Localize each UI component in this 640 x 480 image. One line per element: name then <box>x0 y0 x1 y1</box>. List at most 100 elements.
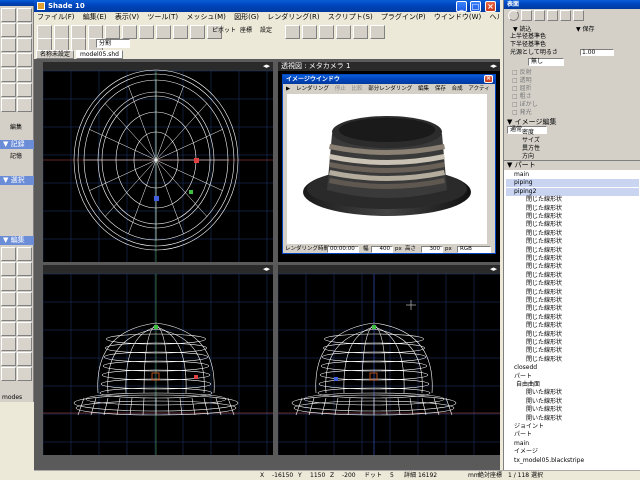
texture-icon[interactable] <box>370 25 385 39</box>
maximize-button[interactable]: □ <box>470 1 481 12</box>
partial-render-tab[interactable]: 部分レンダリング <box>366 86 414 92</box>
menu-view[interactable]: 表示(V) <box>112 12 142 23</box>
material-icon-6[interactable] <box>573 10 584 21</box>
copy-icon[interactable] <box>139 25 154 39</box>
light-brightness-row[interactable]: 光源として明るさ 1.00 <box>504 48 640 57</box>
browser-tree-item[interactable]: 閉じた線形状 <box>506 356 639 364</box>
tool-button[interactable] <box>1 98 16 112</box>
browser-tree-item[interactable]: 閉じた線形状 <box>506 289 639 297</box>
compare-tab[interactable]: 比較 <box>350 86 365 92</box>
browser-tree-item[interactable]: 閉じた線形状 <box>506 347 639 355</box>
tool-button[interactable] <box>1 38 16 52</box>
x-handle[interactable] <box>194 158 199 163</box>
paste-icon[interactable] <box>156 25 171 39</box>
browser-tree-item[interactable]: 閉じた線形状 <box>506 247 639 255</box>
menu-tools[interactable]: ツール(T) <box>144 12 181 23</box>
browser-tree-item[interactable]: イメージ <box>506 448 639 456</box>
snap-icon[interactable] <box>302 25 317 39</box>
browser-tree-item[interactable]: 閉じた線形状 <box>506 272 639 280</box>
browser-tree-item[interactable]: 閉じた線形状 <box>506 305 639 313</box>
tool-button[interactable] <box>17 277 32 291</box>
browser-tree-item[interactable]: 閉じた線形状 <box>506 263 639 271</box>
split-dropdown[interactable]: 分割 <box>96 39 130 48</box>
wire-icon[interactable] <box>336 25 351 39</box>
browser-tree-item[interactable]: 開いた線形状 <box>506 406 639 414</box>
tool-button[interactable] <box>17 337 32 351</box>
tool-button[interactable] <box>1 68 16 82</box>
browser-tree-item[interactable]: 閉じた線形状 <box>506 238 639 246</box>
tool-button[interactable] <box>1 322 16 336</box>
tool-button[interactable] <box>1 83 16 97</box>
tool-button[interactable] <box>1 367 16 381</box>
menu-shape[interactable]: 図形(G) <box>231 12 262 23</box>
tool-button[interactable] <box>17 367 32 381</box>
browser-tree-item[interactable]: 閉じた線形状 <box>506 221 639 229</box>
edit-header[interactable]: ▼ 編集 <box>0 236 34 245</box>
browser-tree-item[interactable]: 閉じた線形状 <box>506 196 639 204</box>
composite-tab[interactable]: 合成 <box>450 86 465 92</box>
material-icon-4[interactable] <box>547 10 558 21</box>
doc-tab[interactable]: 名称未設定 <box>36 50 75 59</box>
top-viewport[interactable]: ◂▸ <box>43 62 273 262</box>
render-icon[interactable] <box>173 25 188 39</box>
tool-button[interactable] <box>1 53 16 67</box>
tool-button[interactable] <box>1 292 16 306</box>
browser-header[interactable]: ▼ パート <box>504 161 640 170</box>
stop-tab[interactable]: 停止 <box>333 86 348 92</box>
menu-help[interactable]: ヘルプ(H) <box>486 12 500 23</box>
browser-tree-item[interactable]: 閉じた線形状 <box>506 322 639 330</box>
tool-button[interactable] <box>1 352 16 366</box>
browser-tree-item[interactable]: 閉じた線形状 <box>506 255 639 263</box>
menu-mesh[interactable]: メッシュ(M) <box>183 12 229 23</box>
browser-tree-item[interactable]: 閉じた線形状 <box>506 213 639 221</box>
tool-button[interactable] <box>1 337 16 351</box>
record-label[interactable]: 記憶 <box>10 151 22 160</box>
color-mode-select[interactable]: RGB <box>457 246 491 253</box>
browser-tree-item[interactable]: main <box>506 440 639 448</box>
undo-icon[interactable] <box>88 25 103 39</box>
menu-edit[interactable]: 編集(E) <box>80 12 110 23</box>
y-handle[interactable] <box>372 325 376 329</box>
tool-button[interactable] <box>1 23 16 37</box>
cut-icon[interactable] <box>122 25 137 39</box>
tool-button[interactable] <box>1 262 16 276</box>
close-button[interactable]: × <box>485 1 496 12</box>
x-handle[interactable] <box>194 375 198 379</box>
file-tab[interactable]: model05.shd <box>76 50 123 59</box>
menu-window[interactable]: ウインドウ(W) <box>431 12 484 23</box>
material-dropdown[interactable]: 無し <box>528 58 564 66</box>
tool-button[interactable] <box>17 53 32 67</box>
brightness-field[interactable]: 1.00 <box>580 49 614 56</box>
play-icon[interactable]: ▶ <box>284 86 292 92</box>
tool-button[interactable] <box>1 247 16 261</box>
camera-icon[interactable] <box>190 25 205 39</box>
menu-script[interactable]: スクリプト(S) <box>325 12 376 23</box>
browser-tree-item[interactable]: パート <box>506 431 639 439</box>
image-window-close-button[interactable]: × <box>484 75 493 83</box>
tool-button[interactable] <box>17 83 32 97</box>
browser-tree-item[interactable]: piping2 <box>506 187 639 196</box>
browser-tree-item[interactable]: パート <box>506 373 639 381</box>
save-tab[interactable]: 保存 <box>433 86 448 92</box>
grid-icon[interactable] <box>285 25 300 39</box>
browser-tree-item[interactable]: 閉じた線形状 <box>506 280 639 288</box>
height-field[interactable]: 300 <box>421 246 443 253</box>
tool-button[interactable] <box>17 98 32 112</box>
material-icon-2[interactable] <box>521 10 532 21</box>
browser-tree-item[interactable]: ジョイント <box>506 423 639 431</box>
tool-button[interactable] <box>17 307 32 321</box>
menu-render[interactable]: レンダリング(R) <box>264 12 322 23</box>
open-icon[interactable] <box>54 25 69 39</box>
browser-tree-item[interactable]: 自由曲面 <box>506 381 639 389</box>
material-icon-5[interactable] <box>560 10 571 21</box>
tool-button[interactable] <box>17 262 32 276</box>
side-viewport[interactable]: ◂▸ <box>278 265 500 455</box>
new-icon[interactable] <box>37 25 52 39</box>
browser-tree-item[interactable]: 閉じた線形状 <box>506 205 639 213</box>
tool-button[interactable] <box>1 307 16 321</box>
browser-tree-item[interactable]: 開いた線形状 <box>506 415 639 423</box>
browser-tree-item[interactable]: 閉じた線形状 <box>506 339 639 347</box>
browser-tree-item[interactable]: 閉じた線形状 <box>506 314 639 322</box>
tool-button[interactable] <box>17 247 32 261</box>
tool-button[interactable] <box>17 292 32 306</box>
